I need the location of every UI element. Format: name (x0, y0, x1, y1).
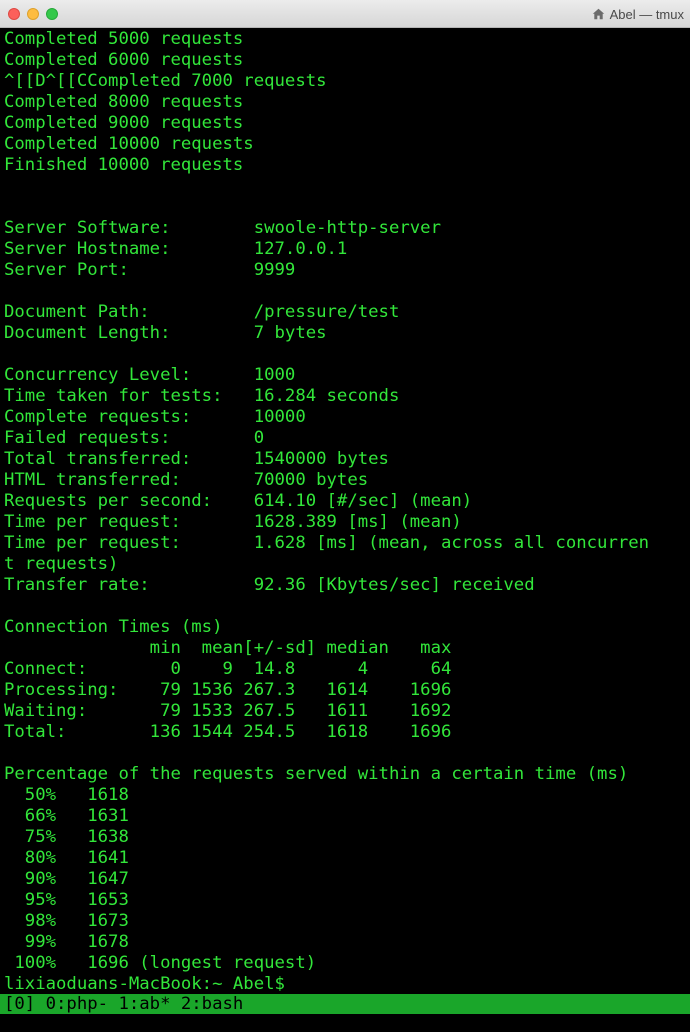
terminal-line: 75% 1638 (4, 827, 129, 847)
terminal-line: Connect: 0 9 14.8 4 64 (4, 659, 452, 679)
terminal-line: Server Port: 9999 (4, 260, 296, 280)
terminal-line: 66% 1631 (4, 806, 129, 826)
terminal-line: lixiaoduans-MacBook:~ Abel$ (4, 974, 296, 991)
terminal-line: HTML transferred: 70000 bytes (4, 470, 369, 490)
terminal-line: Finished 10000 requests (4, 155, 244, 175)
terminal-line: Time per request: 1.628 [ms] (mean, acro… (4, 533, 650, 553)
zoom-button[interactable] (46, 8, 58, 20)
terminal-line: Concurrency Level: 1000 (4, 365, 296, 385)
terminal-line: 100% 1696 (longest request) (4, 953, 317, 973)
terminal-line: 90% 1647 (4, 869, 129, 889)
tmux-status-bar[interactable]: [0] 0:php- 1:ab* 2:bash (0, 994, 690, 1014)
terminal-line: Transfer rate: 92.36 [Kbytes/sec] receiv… (4, 575, 535, 595)
terminal-line: Waiting: 79 1533 267.5 1611 1692 (4, 701, 452, 721)
terminal-line: Document Length: 7 bytes (4, 323, 327, 343)
terminal-line: 95% 1653 (4, 890, 129, 910)
terminal-line: 98% 1673 (4, 911, 129, 931)
terminal-line: Total transferred: 1540000 bytes (4, 449, 389, 469)
window-title: Abel — tmux (609, 6, 684, 22)
minimize-button[interactable] (27, 8, 39, 20)
terminal-line: t requests) (4, 554, 119, 574)
terminal-line: Processing: 79 1536 267.3 1614 1696 (4, 680, 452, 700)
terminal-line: Complete requests: 10000 (4, 407, 306, 427)
terminal-line: Failed requests: 0 (4, 428, 265, 448)
terminal-line: Completed 5000 requests (4, 29, 244, 49)
home-folder-icon (592, 8, 604, 20)
terminal-line: Completed 9000 requests (4, 113, 244, 133)
terminal-line: 50% 1618 (4, 785, 129, 805)
terminal-line: Completed 10000 requests (4, 134, 254, 154)
terminal-line: Total: 136 1544 254.5 1618 1696 (4, 722, 452, 742)
terminal-line: Time taken for tests: 16.284 seconds (4, 386, 400, 406)
terminal-line: 99% 1678 (4, 932, 129, 952)
terminal-line: Time per request: 1628.389 [ms] (mean) (4, 512, 462, 532)
terminal-line: 80% 1641 (4, 848, 129, 868)
terminal-line: Completed 8000 requests (4, 92, 244, 112)
terminal-line: Connection Times (ms) (4, 617, 223, 637)
window-title-group: Abel — tmux (592, 0, 684, 28)
terminal-line: Percentage of the requests served within… (4, 764, 629, 784)
terminal-line: min mean[+/-sd] median max (4, 638, 452, 658)
terminal-line: Document Path: /pressure/test (4, 302, 400, 322)
terminal-output[interactable]: Completed 5000 requests Completed 6000 re… (4, 29, 690, 991)
terminal-line: ^[[D^[[CCompleted 7000 requests (4, 71, 327, 91)
terminal-line: Requests per second: 614.10 [#/sec] (mea… (4, 491, 473, 511)
close-button[interactable] (8, 8, 20, 20)
terminal-line: Server Software: swoole-http-server (4, 218, 441, 238)
terminal-line: Completed 6000 requests (4, 50, 244, 70)
terminal-line: Server Hostname: 127.0.0.1 (4, 239, 348, 259)
terminal-window: Abel — tmux Completed 5000 requests Compl… (0, 0, 690, 1032)
title-bar[interactable]: Abel — tmux (0, 0, 690, 28)
